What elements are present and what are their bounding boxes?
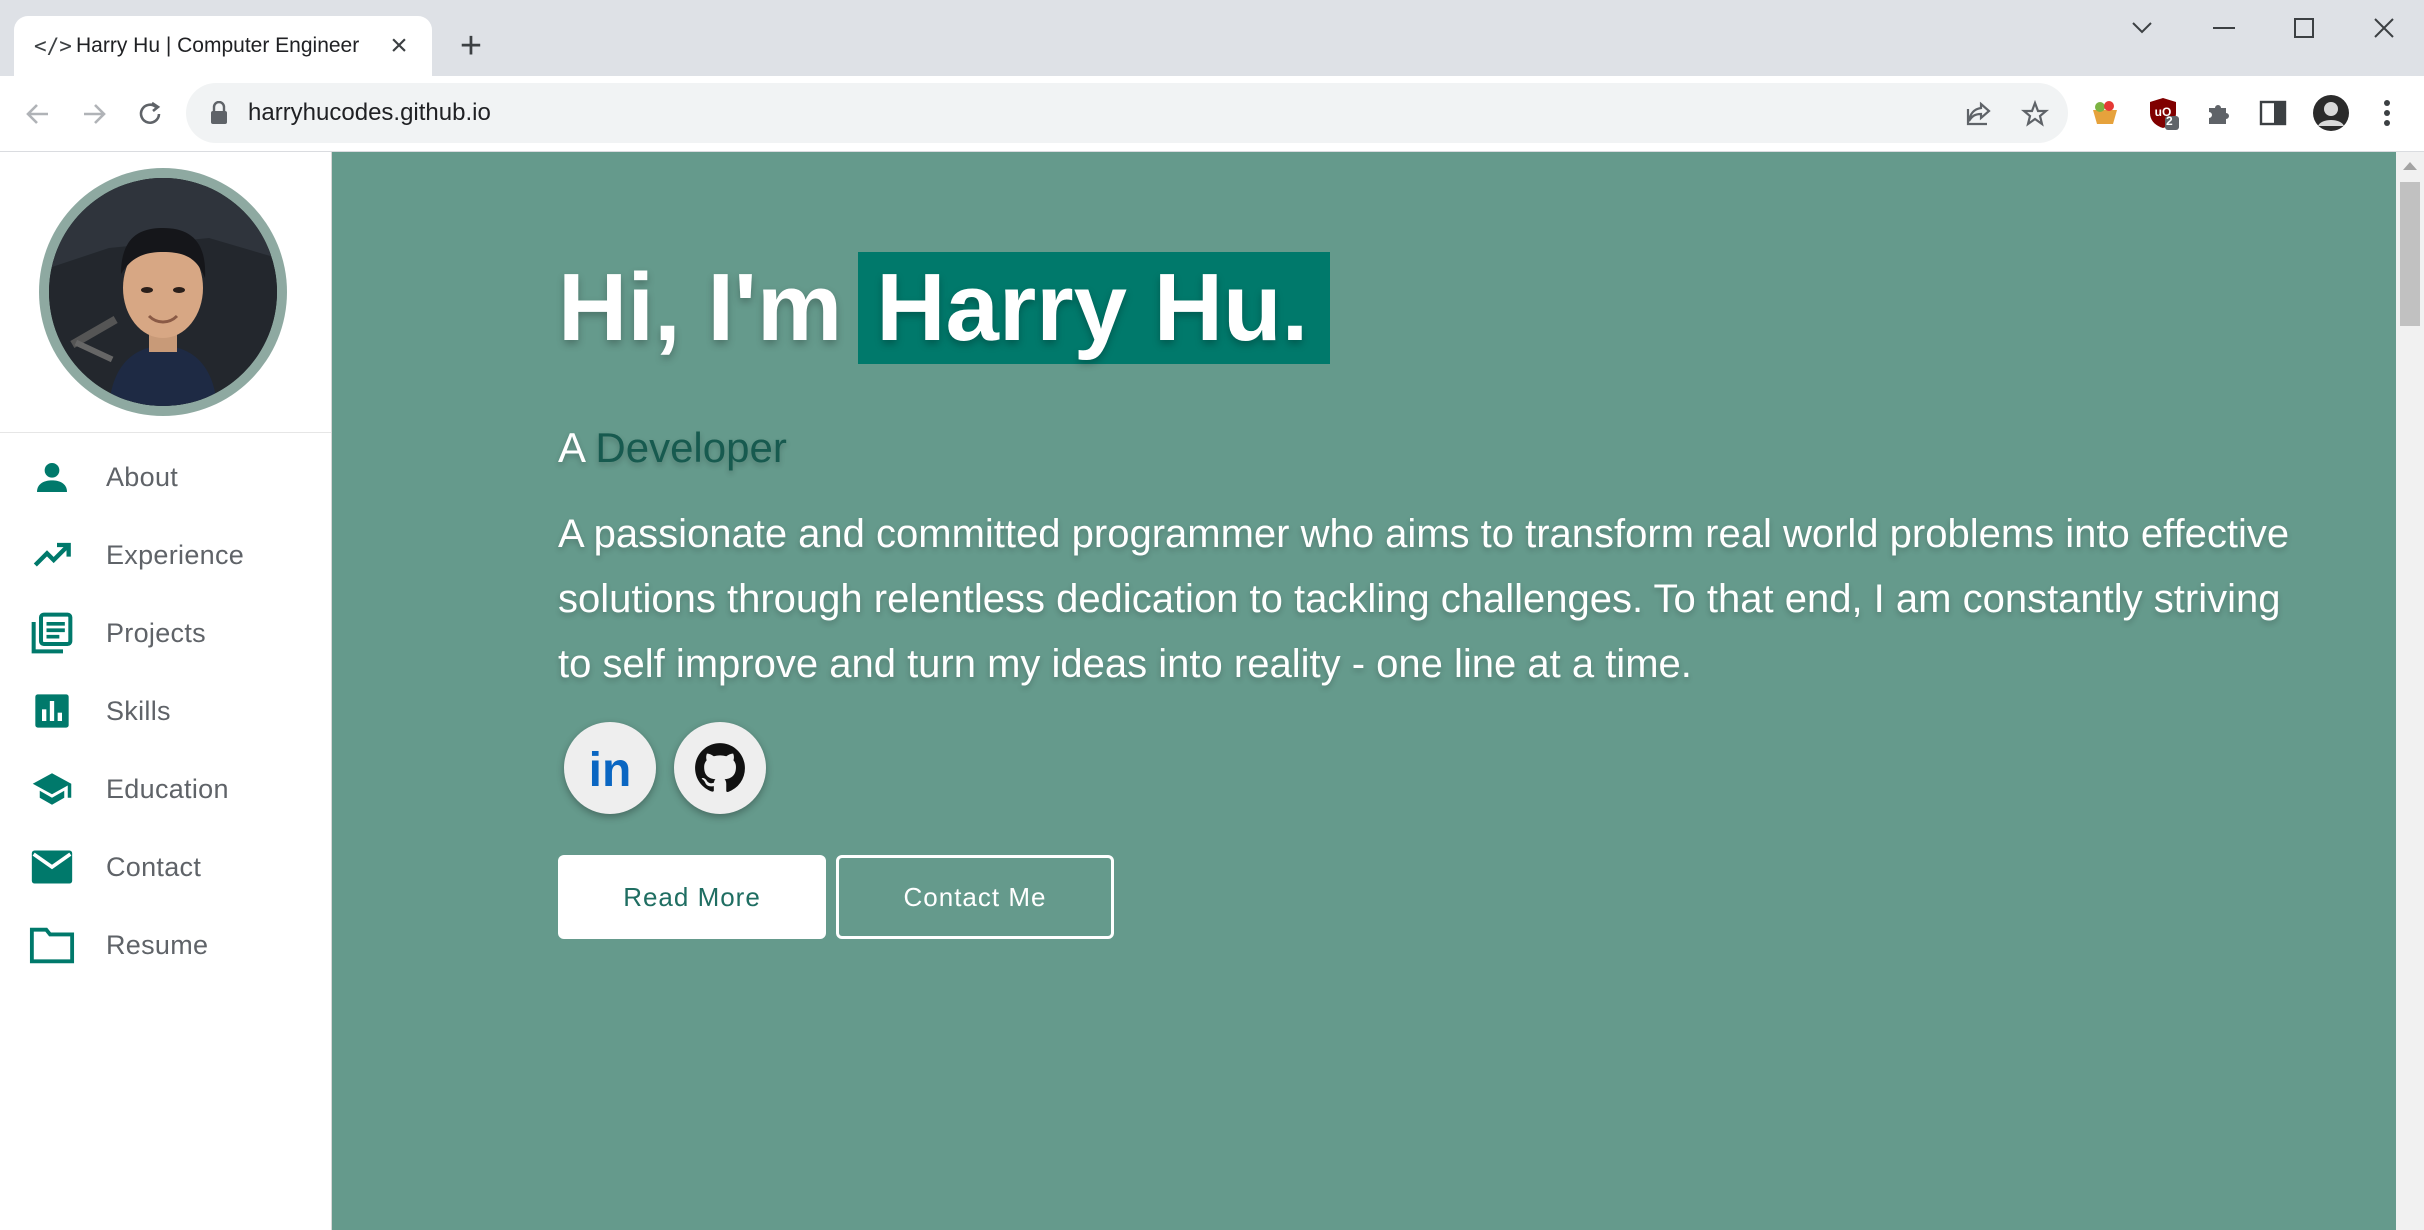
contact-me-button[interactable]: Contact Me [836, 855, 1114, 939]
sidebar-item-label: Skills [106, 695, 171, 726]
maximize-icon[interactable] [2274, 8, 2334, 48]
sidebar-item-experience[interactable]: Experience [0, 516, 331, 594]
close-window-icon[interactable] [2354, 8, 2414, 48]
code-icon: </> [34, 34, 72, 58]
extensions-puzzle-icon[interactable] [2202, 96, 2236, 130]
sidebar-item-skills[interactable]: Skills [0, 672, 331, 750]
reload-icon[interactable] [128, 92, 172, 136]
scroll-up-arrow-icon[interactable] [2403, 162, 2417, 170]
sidebar-item-label: About [106, 461, 179, 492]
sidebar-item-projects[interactable]: Projects [0, 594, 331, 672]
profile-avatar-icon[interactable] [2312, 94, 2350, 132]
github-icon [695, 743, 745, 792]
browser-toolbar: harryhucodes.github.io [0, 76, 2424, 152]
trending-up-icon [28, 531, 76, 579]
hero-subtitle-role: Developer [595, 424, 787, 471]
sidebar: About Experience Projects Skills Educati… [0, 152, 332, 1230]
extension-badge: 2 [2166, 114, 2173, 128]
linkedin-link[interactable]: in [564, 722, 656, 814]
sidebar-item-contact[interactable]: Contact [0, 828, 331, 906]
hero-subtitle: A Developer [558, 424, 787, 472]
sidebar-item-label: Resume [106, 929, 209, 960]
linkedin-icon: in [589, 744, 632, 792]
hero-subtitle-prefix: A [558, 424, 584, 471]
hero-description: A passionate and committed programmer wh… [558, 512, 2290, 686]
tab-search-chevron-icon[interactable] [2112, 8, 2172, 48]
hero-name: Harry Hu. [858, 252, 1331, 364]
sidebar-item-education[interactable]: Education [0, 750, 331, 828]
side-panel-icon[interactable] [2256, 96, 2290, 130]
sidebar-divider [0, 432, 331, 433]
url-text: harryhucodes.github.io [248, 99, 491, 126]
browser-menu-icon[interactable] [2370, 96, 2404, 130]
close-tab-icon[interactable]: × [384, 31, 414, 61]
sidebar-nav: About Experience Projects Skills Educati… [0, 438, 331, 984]
sidebar-item-resume[interactable]: Resume [0, 906, 331, 984]
sidebar-item-label: Contact [106, 851, 202, 882]
scroll-thumb[interactable] [2400, 182, 2420, 326]
sidebar-item-label: Projects [106, 617, 206, 648]
folder-icon [28, 921, 76, 969]
read-more-button[interactable]: Read More [558, 855, 826, 939]
back-arrow-icon[interactable] [16, 92, 60, 136]
sidebar-item-label: Experience [106, 539, 245, 570]
school-icon [28, 765, 76, 813]
svg-text:in: in [589, 744, 632, 792]
new-tab-button[interactable]: + [450, 26, 492, 68]
tab-title: Harry Hu | Computer Engineer [76, 34, 360, 57]
forward-arrow-icon[interactable] [72, 92, 116, 136]
lock-icon [210, 100, 228, 130]
ublock-origin-icon[interactable]: uO 2 [2146, 96, 2180, 130]
avatar [49, 178, 277, 406]
address-bar[interactable]: harryhucodes.github.io [186, 83, 2068, 143]
person-icon [28, 453, 76, 501]
browser-tab[interactable]: </> Harry Hu | Computer Engineer × [14, 16, 432, 76]
hero-greeting: Hi, I'm [558, 254, 843, 361]
bar-chart-icon [28, 687, 76, 735]
mail-icon [28, 843, 76, 891]
hero-section: Hi, I'm Harry Hu. A Developer A passionat… [332, 152, 2396, 1230]
bookmark-star-icon[interactable] [2020, 99, 2050, 129]
extension-basket-icon[interactable] [2088, 96, 2122, 130]
github-link[interactable] [674, 722, 766, 814]
hero-title: Hi, I'm Harry Hu. [558, 252, 1331, 364]
avatar-frame [39, 168, 287, 416]
library-books-icon [28, 609, 76, 657]
share-icon[interactable] [1964, 99, 1994, 129]
tab-strip: </> Harry Hu | Computer Engineer × + [0, 0, 2424, 76]
page-scrollbar[interactable] [2396, 152, 2424, 1230]
sidebar-item-label: Education [106, 773, 229, 804]
minimize-icon[interactable] [2194, 8, 2254, 48]
sidebar-item-about[interactable]: About [0, 438, 331, 516]
